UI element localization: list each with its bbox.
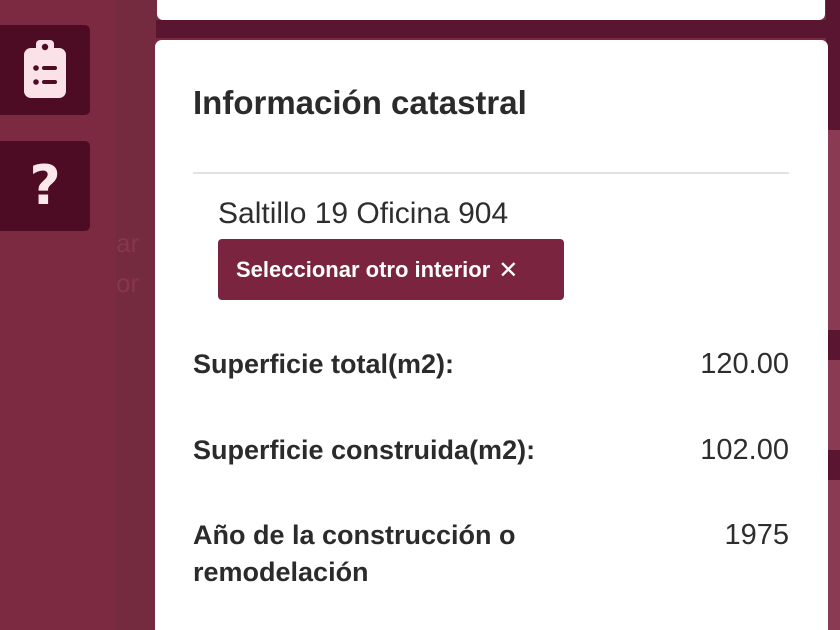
top-panel-card (157, 0, 825, 20)
panel-title: Información catastral (193, 84, 527, 121)
detail-label: Superficie construida(m2): (193, 435, 536, 465)
property-address: Saltillo 19 Oficina 904 (218, 197, 509, 230)
detail-value: 1975 (724, 519, 789, 551)
detail-value: 102.00 (700, 434, 789, 466)
clipboard-list-icon (24, 40, 66, 98)
detail-value: 120.00 (700, 348, 789, 380)
help-icon: ? (29, 154, 61, 217)
map-background-right (826, 0, 840, 630)
sidebar: ? (0, 0, 116, 630)
close-icon: ✕ (498, 255, 519, 284)
detail-label: Superficie total(m2): (193, 349, 455, 379)
panel-separator (156, 20, 828, 38)
cadastral-info-panel: Información catastral Saltillo 19 Oficin… (155, 40, 828, 630)
select-other-interior-label: Seleccionar otro interior (236, 256, 491, 282)
divider (193, 172, 789, 174)
map-background[interactable]: ar or (116, 0, 156, 630)
select-other-interior-button[interactable]: Seleccionar otro interior ✕ (218, 239, 564, 300)
sidebar-button-help[interactable]: ? (0, 141, 90, 231)
detail-label: Año de la construcción o remodelación (193, 520, 516, 587)
sidebar-button-clipboard[interactable] (0, 25, 90, 115)
